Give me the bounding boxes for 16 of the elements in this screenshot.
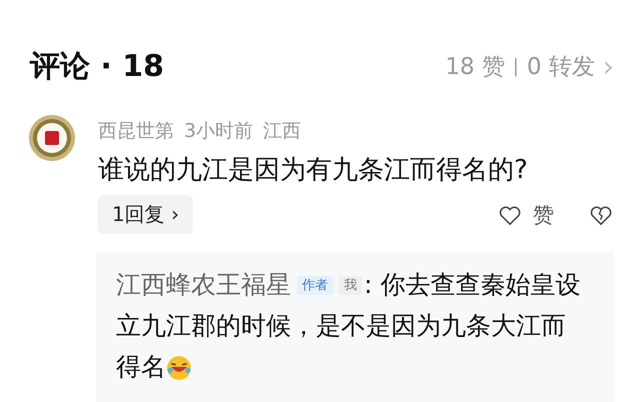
- comment-location: 江西: [263, 119, 302, 144]
- reply-text: 江西蜂农王福星 作者 我 : 你去查查秦始皇设立九江郡的时候，是不是因为九条大江而得名: [116, 269, 582, 384]
- like-label[interactable]: 赞: [533, 200, 554, 228]
- comment-time: 3小时前: [184, 119, 254, 144]
- comments-title: 评论 · 18: [30, 48, 164, 86]
- separator: |: [512, 56, 519, 76]
- avatar-icon[interactable]: [28, 114, 76, 162]
- reply-author[interactable]: 江西蜂农王福星: [116, 270, 291, 299]
- shares-count: 0 转发: [526, 52, 595, 82]
- author-tag: 作者: [297, 276, 333, 296]
- comment-text: 谁说的九江是因为有九条江而得名的?: [98, 154, 529, 187]
- likes-count: 18 赞: [445, 52, 505, 82]
- author-name[interactable]: 西昆世第: [98, 118, 174, 144]
- laughing-face-icon: [166, 355, 192, 382]
- replies-button[interactable]: 1回复 ›: [98, 195, 194, 234]
- author-tag: 我: [339, 276, 362, 296]
